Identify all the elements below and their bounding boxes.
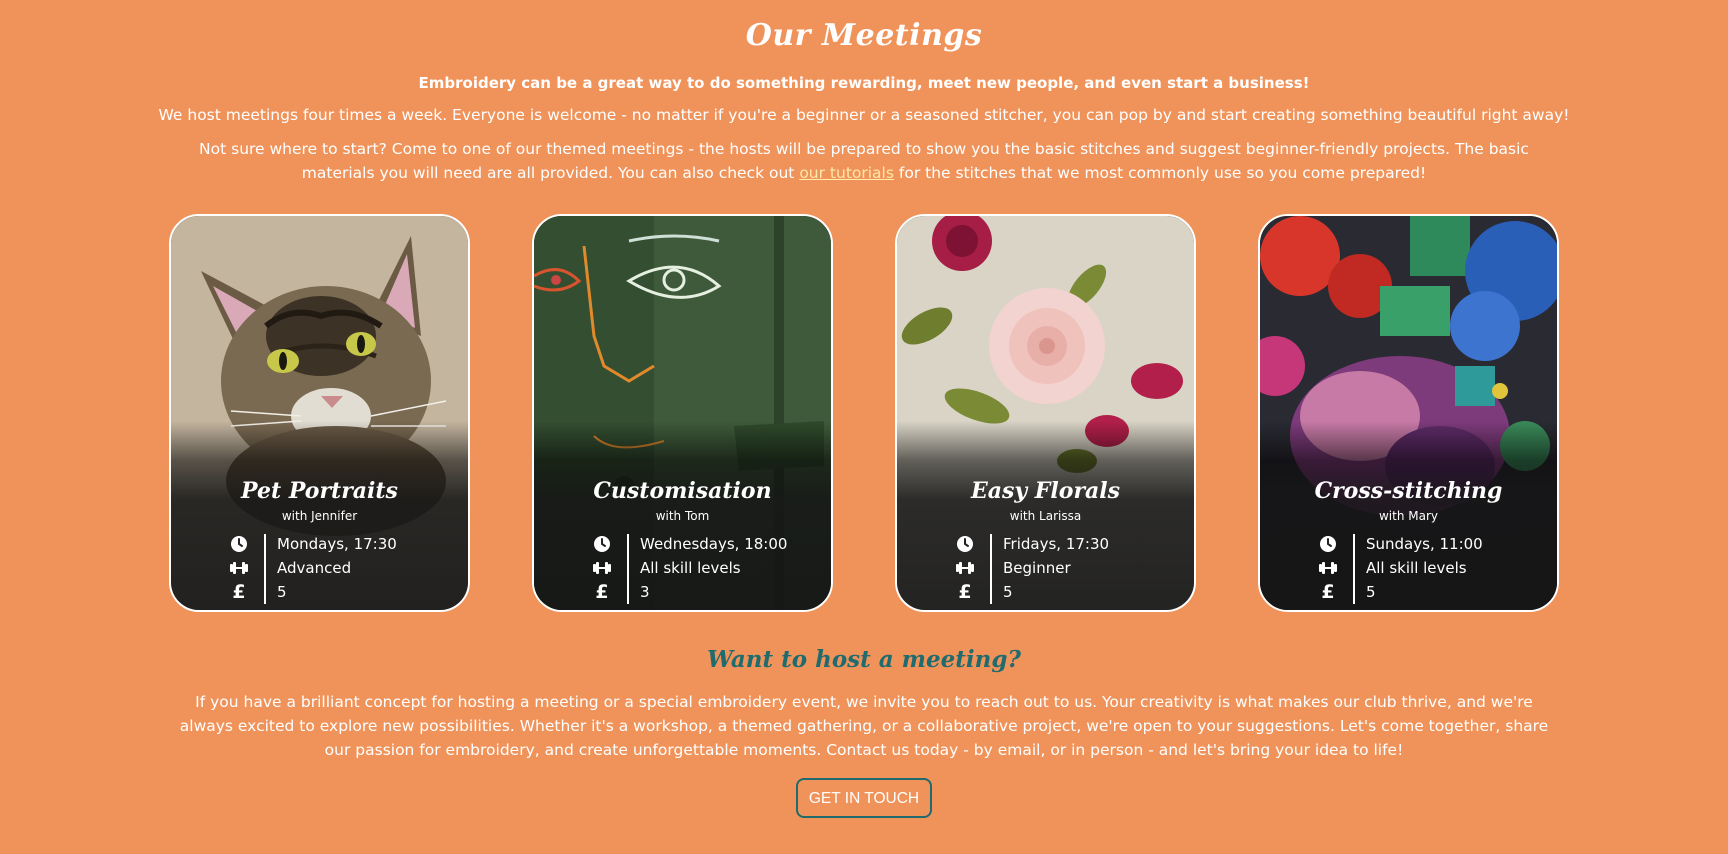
pound-icon: £ [958, 581, 972, 603]
card-divider [627, 534, 629, 604]
intro-headline: Embroidery can be a great way to do some… [418, 74, 1310, 92]
intro-paragraph-2-end: for the stitches that we most commonly u… [893, 164, 1427, 182]
clock-icon [229, 534, 249, 554]
card-detail-icons: £ [588, 532, 618, 604]
page-title: Our Meetings [745, 18, 983, 53]
card-detail-values: Mondays, 17:30 Advanced 5 [277, 532, 457, 604]
card-price: 5 [277, 583, 287, 601]
intro-paragraph-2: Not sure where to start? Come to one of … [180, 137, 1548, 185]
intro-paragraph-1: We host meetings four times a week. Ever… [158, 106, 1570, 124]
card-detail-icons: £ [1314, 532, 1344, 604]
card-divider [990, 534, 992, 604]
card-divider [1353, 534, 1355, 604]
meeting-card-cross-stitching[interactable]: Cross-stitching with Mary £ Sundays, 11:… [1258, 214, 1559, 612]
meeting-card-easy-florals[interactable]: Easy Florals with Larissa £ Fridays, 17:… [895, 214, 1196, 612]
meeting-cards: Pet Portraits with Jennifer £ Mondays, 1… [169, 214, 1559, 612]
card-detail-values: Wednesdays, 18:00 All skill levels 3 [640, 532, 820, 604]
card-price: 5 [1366, 583, 1376, 601]
card-time: Mondays, 17:30 [277, 535, 397, 553]
card-time: Fridays, 17:30 [1003, 535, 1110, 553]
dumbbell-icon [229, 558, 249, 578]
host-section-text: If you have a brilliant concept for host… [179, 693, 1549, 759]
card-detail-icons: £ [951, 532, 981, 604]
dumbbell-icon [1318, 558, 1338, 578]
meetings-page: Our Meetings Embroidery can be a great w… [0, 0, 1728, 854]
card-detail-values: Sundays, 11:00 All skill levels 5 [1366, 532, 1546, 604]
card-level: Advanced [277, 559, 352, 577]
card-host: with Jennifer [281, 509, 358, 523]
pound-icon: £ [1321, 581, 1335, 603]
card-host: with Mary [1378, 509, 1438, 523]
card-title: Cross-stitching [1314, 478, 1503, 504]
card-level: Beginner [1003, 559, 1071, 577]
card-host: with Larissa [1009, 509, 1082, 523]
clock-icon [1318, 534, 1338, 554]
card-level: All skill levels [640, 559, 741, 577]
card-level: All skill levels [1366, 559, 1467, 577]
dumbbell-icon [955, 558, 975, 578]
clock-icon [592, 534, 612, 554]
pound-icon: £ [595, 581, 609, 603]
meeting-card-customisation[interactable]: Customisation with Tom £ Wednesdays, 18:… [532, 214, 833, 612]
card-detail-values: Fridays, 17:30 Beginner 5 [1003, 532, 1183, 604]
pound-icon: £ [232, 581, 246, 603]
card-details: £ Sundays, 11:00 All skill levels 5 [1314, 532, 1544, 604]
card-time: Sundays, 11:00 [1366, 535, 1483, 553]
card-title: Customisation [593, 478, 772, 504]
clock-icon [955, 534, 975, 554]
card-time: Wednesdays, 18:00 [640, 535, 788, 553]
card-host: with Tom [655, 509, 710, 523]
card-detail-icons: £ [225, 532, 255, 604]
card-title: Pet Portraits [241, 478, 398, 504]
card-details: £ Wednesdays, 18:00 All skill levels 3 [588, 532, 818, 604]
card-title: Easy Florals [970, 478, 1121, 504]
dumbbell-icon [592, 558, 612, 578]
get-in-touch-button[interactable]: GET IN TOUCH [796, 778, 932, 818]
host-section-title: Want to host a meeting? [707, 646, 1021, 673]
card-price: 5 [1003, 583, 1013, 601]
card-divider [264, 534, 266, 604]
tutorials-link[interactable]: our tutorials [799, 164, 894, 182]
card-price: 3 [640, 583, 650, 601]
meeting-card-pet-portraits[interactable]: Pet Portraits with Jennifer £ Mondays, 1… [169, 214, 470, 612]
card-details: £ Fridays, 17:30 Beginner 5 [951, 532, 1181, 604]
card-details: £ Mondays, 17:30 Advanced 5 [225, 532, 455, 604]
